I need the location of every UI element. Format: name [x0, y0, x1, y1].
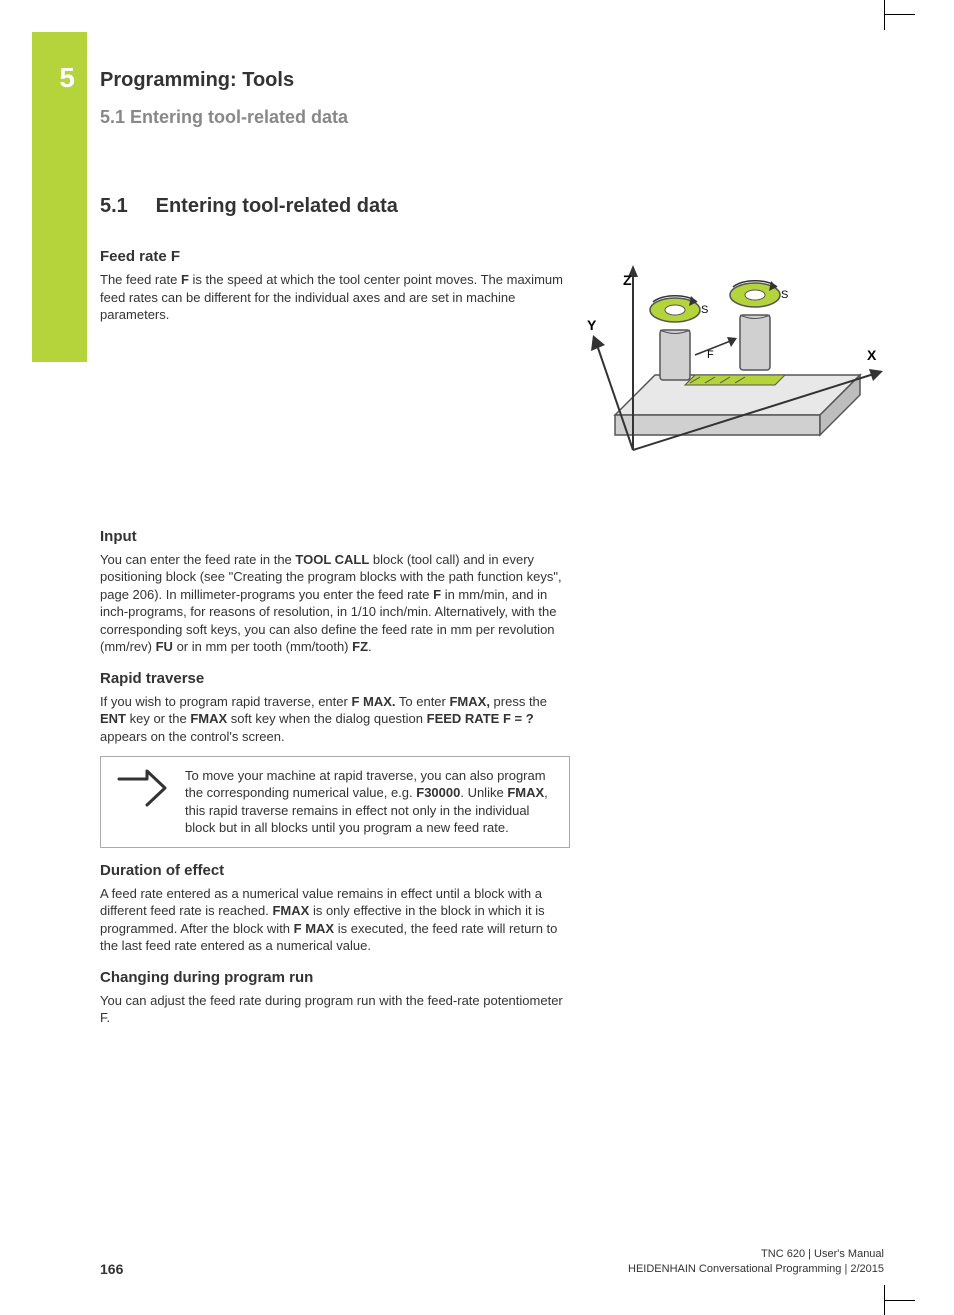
axis-y-label: Y: [587, 317, 597, 333]
note-box: To move your machine at rapid traverse, …: [100, 756, 570, 848]
footer-right: TNC 620 | User's Manual HEIDENHAIN Conve…: [628, 1247, 884, 1277]
axis-x-label: X: [867, 347, 877, 363]
chapter-number: 5: [50, 62, 75, 94]
feed-f-label: F: [707, 349, 714, 361]
section-heading: 5.1 Entering tool-related data: [100, 195, 570, 218]
rapid-para: If you wish to program rapid traverse, e…: [100, 693, 570, 746]
axis-z-label: Z: [623, 272, 632, 288]
rapid-heading: Rapid traverse: [100, 670, 570, 687]
body-content: 5.1 Entering tool-related data Feed rate…: [100, 195, 570, 1037]
feed-rate-heading: Feed rate F: [100, 248, 570, 265]
changing-para: You can adjust the feed rate during prog…: [100, 992, 570, 1027]
page-number: 166: [100, 1261, 123, 1277]
duration-heading: Duration of effect: [100, 862, 570, 879]
spindle-s-label-1: S: [701, 304, 708, 316]
changing-heading: Changing during program run: [100, 969, 570, 986]
footer-line2: HEIDENHAIN Conversational Programming | …: [628, 1263, 884, 1275]
section-title: Entering tool-related data: [156, 195, 398, 217]
spindle-s-label-2: S: [781, 289, 788, 301]
duration-para: A feed rate entered as a numerical value…: [100, 885, 570, 955]
feed-rate-intro: The feed rate F is the speed at which th…: [100, 271, 570, 324]
crop-mark: [884, 1285, 885, 1315]
crop-mark: [884, 0, 885, 30]
crop-mark: [885, 14, 915, 15]
feed-rate-diagram: Z Y X S S F: [585, 255, 883, 470]
crop-mark: [885, 1300, 915, 1301]
footer-line1: TNC 620 | User's Manual: [761, 1248, 884, 1260]
chapter-title: Programming: Tools: [100, 69, 294, 92]
section-number: 5.1: [100, 195, 128, 217]
input-para: You can enter the feed rate in the TOOL …: [100, 551, 570, 656]
input-heading: Input: [100, 528, 570, 545]
page-footer: 166 TNC 620 | User's Manual HEIDENHAIN C…: [100, 1261, 884, 1277]
running-header: 5.1 Entering tool-related data: [100, 107, 348, 128]
arrow-right-icon: [115, 767, 170, 809]
